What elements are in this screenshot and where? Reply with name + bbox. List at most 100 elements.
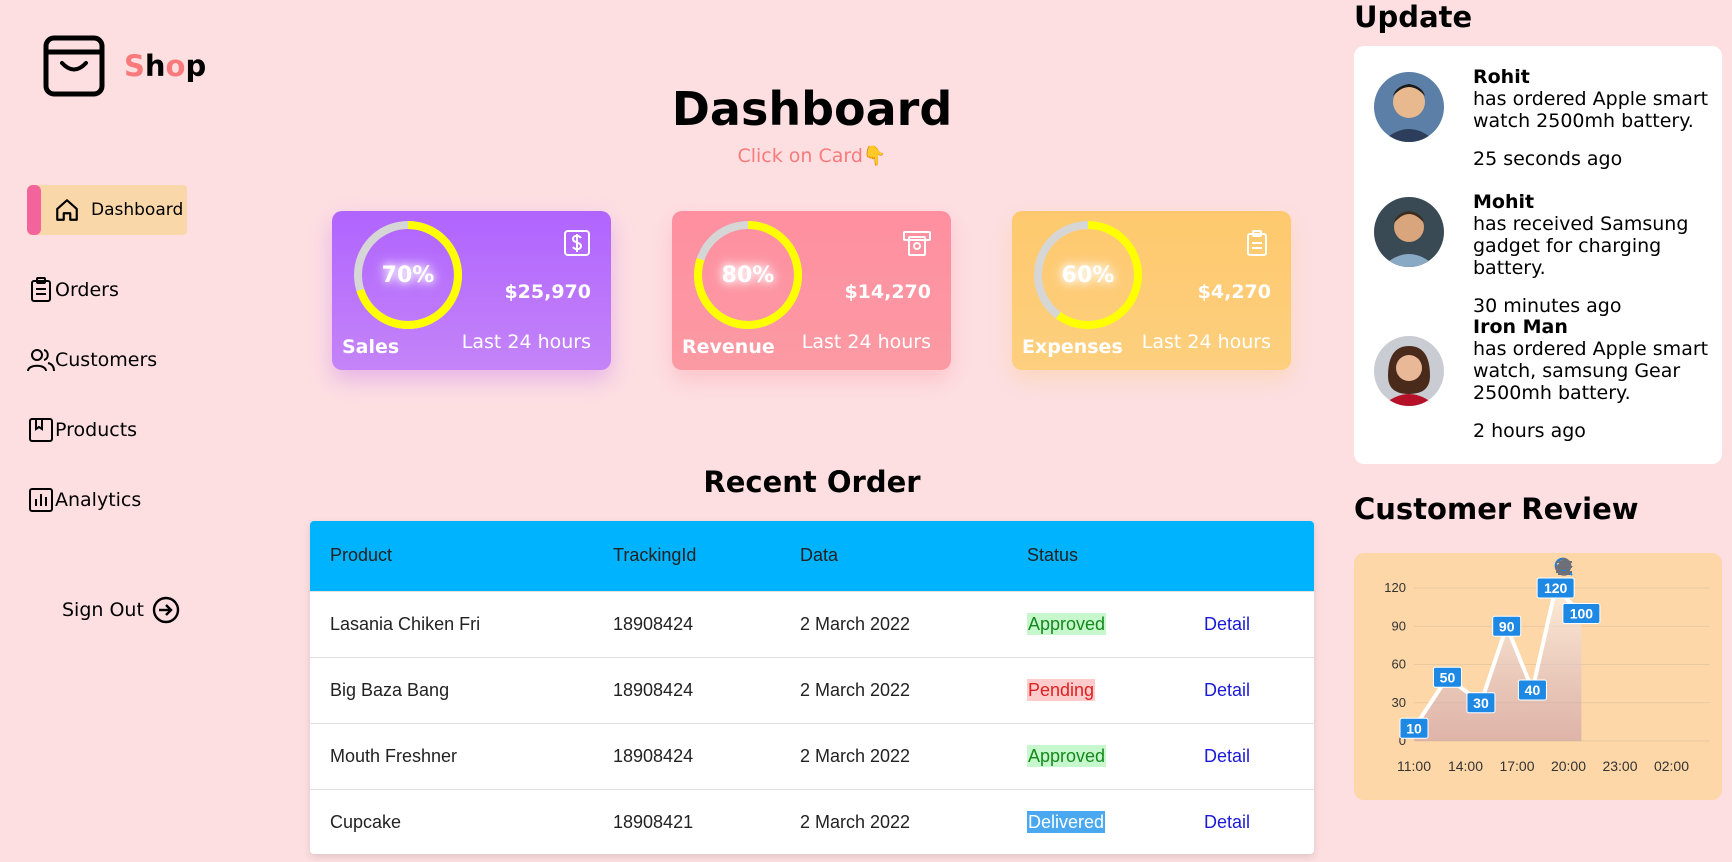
data-label: 100 <box>1570 606 1594 622</box>
sidebar-item-label: Orders <box>55 279 119 301</box>
cell-status: Approved <box>1007 723 1184 789</box>
cell-action: Detail <box>1184 657 1314 723</box>
cell-product: Cupcake <box>330 811 402 832</box>
data-label: 120 <box>1544 580 1568 596</box>
column-header <box>1184 521 1314 591</box>
progress-ring: 70% <box>352 219 464 331</box>
cell-date: 2 March 2022 <box>800 811 911 832</box>
data-label: 90 <box>1499 618 1515 634</box>
cell-date: 2 March 2022 <box>800 613 911 634</box>
update-user: Iron Man <box>1473 316 1568 338</box>
clipboard-icon <box>27 276 55 304</box>
table-header-row: Product TrackingId Data Status <box>310 521 1314 591</box>
orders-table: Product TrackingId Data Status Lasania C… <box>310 521 1314 854</box>
column-header: TrackingId <box>613 545 697 566</box>
package-icon <box>27 416 55 444</box>
x-tick-label: 11:00 <box>1397 758 1431 774</box>
data-label: 30 <box>1473 695 1489 711</box>
cell-status: Pending <box>1007 657 1184 723</box>
brand-letter-p: p <box>185 49 207 83</box>
column-header: Product <box>330 545 393 566</box>
sidebar-item-products[interactable]: Products <box>27 405 227 455</box>
update-time: 2 hours ago <box>1473 420 1586 442</box>
data-label: 10 <box>1406 720 1422 736</box>
cell-tracking: 18908421 <box>613 811 694 832</box>
detail-link[interactable]: Detail <box>1204 812 1250 832</box>
update-time: 30 minutes ago <box>1473 295 1622 317</box>
sidebar-item-dashboard[interactable]: Dashboard <box>27 185 187 235</box>
updates-title: Update <box>1354 0 1473 34</box>
status-badge: Delivered <box>1027 810 1106 833</box>
sign-out-icon <box>152 596 180 624</box>
money-icon <box>903 231 931 256</box>
sidebar-item-label: Customers <box>55 349 158 371</box>
cell-action: Detail <box>1184 723 1314 789</box>
x-tick-label: 02:00 <box>1654 758 1689 774</box>
card-percent: 70% <box>381 262 435 288</box>
detail-link[interactable]: Detail <box>1204 614 1250 634</box>
card-percent: 80% <box>721 262 775 288</box>
detail-link[interactable]: Detail <box>1204 680 1250 700</box>
avatar <box>1374 72 1444 142</box>
x-tick-label: 20:00 <box>1551 758 1586 774</box>
sidebar-item-label: Products <box>55 419 138 441</box>
progress-ring: 80% <box>692 219 804 331</box>
table-row: Cupcake 18908421 2 March 2022 Delivered … <box>310 789 1314 854</box>
y-tick-label: 60 <box>1392 657 1406 672</box>
x-tick-label: 14:00 <box>1448 758 1483 774</box>
status-badge: Approved <box>1027 744 1107 767</box>
status-badge: Approved <box>1027 612 1107 635</box>
table-row: Lasania Chiken Fri 18908424 2 March 2022… <box>310 591 1314 657</box>
update-time: 25 seconds ago <box>1473 148 1623 170</box>
detail-link[interactable]: Detail <box>1204 746 1250 766</box>
update-user: Mohit <box>1473 191 1535 213</box>
update-text: has ordered Apple smart watch, samsung G… <box>1473 338 1709 404</box>
update-user: Rohit <box>1473 66 1530 88</box>
column-header: Data <box>800 545 839 566</box>
y-tick-label: 90 <box>1392 618 1406 633</box>
cell-tracking: 18908424 <box>613 745 694 766</box>
brand-name: Shop <box>124 49 206 83</box>
card-amount: $25,970 <box>504 281 591 303</box>
clipboard-icon <box>1247 230 1267 256</box>
brand-letter-o: o <box>165 49 186 83</box>
cell-product: Mouth Freshner <box>330 745 458 766</box>
cell-date: 2 March 2022 <box>800 679 911 700</box>
table-row: Mouth Freshner 18908424 2 March 2022 App… <box>310 723 1314 789</box>
card-expenses[interactable]: 60% $4,270 Last 24 hours Expenses <box>1012 211 1291 370</box>
card-amount: $4,270 <box>1197 281 1271 303</box>
home-icon <box>53 196 81 224</box>
cell-product: Lasania Chiken Fri <box>330 613 481 634</box>
card-name: Sales <box>342 336 400 358</box>
cell-date: 2 March 2022 <box>800 745 911 766</box>
users-icon <box>27 346 55 374</box>
cell-status: Delivered <box>1007 789 1184 854</box>
sidebar-item-customers[interactable]: Customers <box>27 335 227 385</box>
y-tick-label: 30 <box>1392 695 1406 710</box>
progress-ring: 60% <box>1032 219 1144 331</box>
table-row: Big Baza Bang 18908424 2 March 2022 Pend… <box>310 657 1314 723</box>
card-name: Revenue <box>682 336 775 358</box>
sidebar-item-orders[interactable]: Orders <box>27 265 227 315</box>
card-revenue[interactable]: 80% $14,270 Last 24 hours Revenue <box>672 211 951 370</box>
y-tick-label: 120 <box>1384 580 1406 595</box>
review-chart: 0 30 60 90 120 11:00 14:00 17:00 20:00 23:00 02:00… <box>1354 553 1722 800</box>
sign-out-label: Sign Out <box>62 599 144 621</box>
cell-product: Big Baza Bang <box>330 679 450 700</box>
update-text: has ordered Apple smart watch 2500mh bat… <box>1473 88 1709 132</box>
avatar <box>1374 336 1444 406</box>
cell-status: Approved <box>1007 591 1184 657</box>
x-tick-label: 23:00 <box>1602 758 1637 774</box>
card-period: Last 24 hours <box>1141 331 1271 353</box>
data-label: 40 <box>1525 682 1541 698</box>
card-period: Last 24 hours <box>801 331 931 353</box>
brand-letter-h: h <box>144 49 166 83</box>
update-text: has received Samsung gadget for charging… <box>1473 213 1689 279</box>
review-chart-svg: 030609012011:00 14:00 17:00 20:00 23:00 02:00… <box>1384 577 1710 774</box>
sign-out-button[interactable]: Sign Out <box>62 596 180 624</box>
card-name: Expenses <box>1022 336 1123 358</box>
brand-letter-s: S <box>124 49 145 83</box>
cell-tracking: 18908424 <box>613 679 694 700</box>
cell-action: Detail <box>1184 591 1314 657</box>
card-sales[interactable]: 70% $25,970 Last 24 hours Sales <box>332 211 611 370</box>
